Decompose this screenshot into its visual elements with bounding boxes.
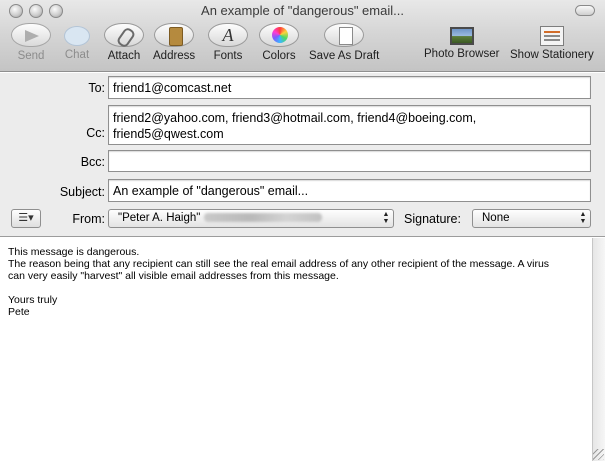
body-line: Pete [8, 306, 30, 318]
attach-button[interactable]: Attach [104, 23, 144, 62]
from-popup[interactable]: "Peter A. Haigh" ▲ ▼ [108, 209, 394, 228]
body-line: This message is dangerous. [8, 246, 140, 258]
updown-arrows-icon: ▲ ▼ [382, 211, 390, 225]
show-stationery-button[interactable]: Show Stationery [510, 23, 594, 61]
paperclip-icon [104, 23, 144, 47]
toolbar-toggle-button[interactable] [575, 5, 595, 16]
photo-browser-label: Photo Browser [424, 48, 500, 60]
colors-label: Colors [262, 50, 296, 62]
body-line: Yours truly [8, 294, 58, 306]
header-fields: To: friend1@comcast.net Cc: friend2@yaho… [0, 73, 605, 237]
colors-button[interactable]: Colors [259, 23, 299, 62]
address-book-icon [154, 23, 195, 47]
address-label: Address [153, 50, 196, 62]
from-name: "Peter A. Haigh" [118, 212, 201, 224]
address-button[interactable]: Address [153, 23, 195, 62]
body-line: The reason being that any recipient can … [8, 258, 550, 270]
send-icon [11, 23, 51, 47]
save-as-draft-button[interactable]: Save As Draft [309, 23, 379, 62]
fonts-label: Fonts [213, 50, 243, 62]
bcc-field[interactable] [108, 150, 591, 172]
updown-arrows-icon: ▲ ▼ [579, 211, 587, 225]
to-label: To: [88, 81, 105, 95]
subject-label: Subject: [59, 185, 105, 199]
to-field[interactable]: friend1@comcast.net [108, 76, 591, 99]
body-line: can very easily "harvest" all visible em… [8, 270, 339, 282]
fonts-icon: A [208, 23, 248, 47]
fonts-button[interactable]: A Fonts [208, 23, 248, 62]
signature-value: None [482, 212, 510, 224]
photo-browser-button[interactable]: Photo Browser [424, 23, 499, 60]
color-wheel-icon [259, 23, 299, 47]
draft-document-icon [324, 23, 365, 47]
chat-label: Chat [64, 49, 90, 61]
chat-icon [64, 26, 90, 46]
cc-field[interactable]: friend2@yahoo.com, friend3@hotmail.com, … [108, 105, 591, 145]
message-body[interactable]: This message is dangerous. The reason be… [0, 238, 592, 461]
cc-line-1: friend2@yahoo.com, friend3@hotmail.com, … [113, 111, 477, 125]
redacted-email [204, 213, 323, 222]
window-title: An example of "dangerous" email... [201, 3, 404, 18]
send-label: Send [17, 50, 45, 62]
from-label: From: [72, 212, 105, 226]
cc-line-2: friend5@qwest.com [113, 127, 224, 141]
subject-field[interactable]: An example of "dangerous" email... [108, 179, 591, 202]
resize-grip-icon[interactable] [593, 449, 604, 460]
vertical-scrollbar[interactable] [592, 238, 605, 461]
signature-label: Signature: [404, 212, 461, 226]
bcc-label: Bcc: [80, 155, 105, 169]
stationery-icon [539, 26, 564, 46]
window-toolbar: An example of "dangerous" email... Send … [0, 0, 605, 72]
save-as-draft-label: Save As Draft [309, 50, 380, 62]
send-button[interactable]: Send [11, 23, 51, 62]
chat-button[interactable]: Chat [64, 23, 90, 61]
cc-label: Cc: [86, 126, 105, 140]
header-options-menu-button[interactable]: ☰▾ [11, 209, 41, 228]
photo-icon [449, 27, 474, 45]
attach-label: Attach [107, 50, 141, 62]
show-stationery-label: Show Stationery [510, 49, 594, 61]
signature-popup[interactable]: None ▲ ▼ [472, 209, 591, 228]
